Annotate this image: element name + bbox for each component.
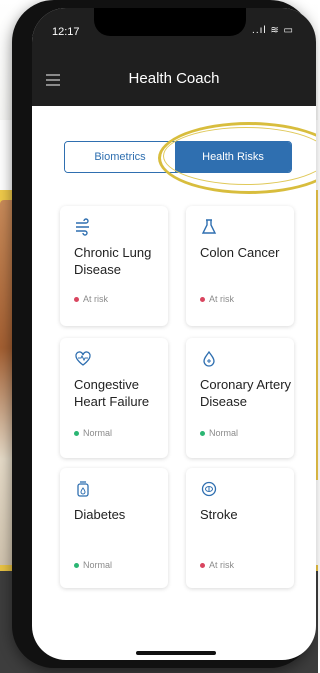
highlight-ellipse-inner [163, 127, 316, 185]
status-text: Normal [83, 428, 113, 438]
status-dot [74, 431, 79, 437]
card-title: Congestive Heart Failure [74, 377, 150, 409]
lungs-icon [74, 218, 92, 236]
card-title: Chronic Lung Disease [74, 245, 152, 277]
card-title: Diabetes [74, 507, 126, 522]
status-text: Normal [83, 560, 113, 570]
card-title: Colon Cancer [200, 245, 280, 260]
insulin-icon [74, 480, 92, 498]
drop-icon [200, 350, 218, 368]
heart-icon [74, 350, 92, 368]
status-dot [200, 431, 205, 437]
risk-card-chronic-lung-disease[interactable]: Chronic Lung Disease At risk [60, 206, 168, 326]
status-badge: At risk [200, 294, 234, 304]
status-text: Normal [209, 428, 239, 438]
app-header: 12:17 ..ıl ≋ ▭ Health Coach [32, 8, 316, 106]
status-badge: Normal [74, 428, 112, 438]
home-indicator[interactable] [136, 651, 216, 655]
risk-card-coronary-artery-disease[interactable]: Coronary Artery Disease Normal [186, 338, 294, 458]
status-time: 12:17 [52, 26, 80, 38]
status-badge: Normal [74, 560, 112, 570]
phone-frame: 12:17 ..ıl ≋ ▭ Health Coach Biometrics H… [12, 0, 316, 668]
status-dot [200, 563, 205, 569]
status-badge: At risk [200, 560, 234, 570]
risk-card-stroke[interactable]: Stroke At risk [186, 468, 294, 588]
risk-card-diabetes[interactable]: Diabetes Normal [60, 468, 168, 588]
status-dot [200, 297, 205, 303]
phone-notch [94, 8, 246, 36]
status-dot [74, 563, 79, 569]
phone-screen: 12:17 ..ıl ≋ ▭ Health Coach Biometrics H… [32, 8, 316, 660]
risk-card-colon-cancer[interactable]: Colon Cancer At risk [186, 206, 294, 326]
status-dot [74, 297, 79, 303]
risk-card-congestive-heart-failure[interactable]: Congestive Heart Failure Normal [60, 338, 168, 458]
page-title: Health Coach [128, 70, 220, 87]
flask-icon [200, 218, 218, 236]
status-text: At risk [209, 294, 235, 304]
status-text: At risk [209, 560, 235, 570]
brain-icon [200, 480, 218, 498]
status-badge: At risk [74, 294, 108, 304]
status-text: At risk [83, 294, 109, 304]
status-badge: Normal [200, 428, 238, 438]
card-title: Stroke [200, 507, 238, 522]
card-title: Coronary Artery Disease [200, 377, 292, 409]
status-icons: ..ıl ≋ ▭ [252, 25, 294, 36]
